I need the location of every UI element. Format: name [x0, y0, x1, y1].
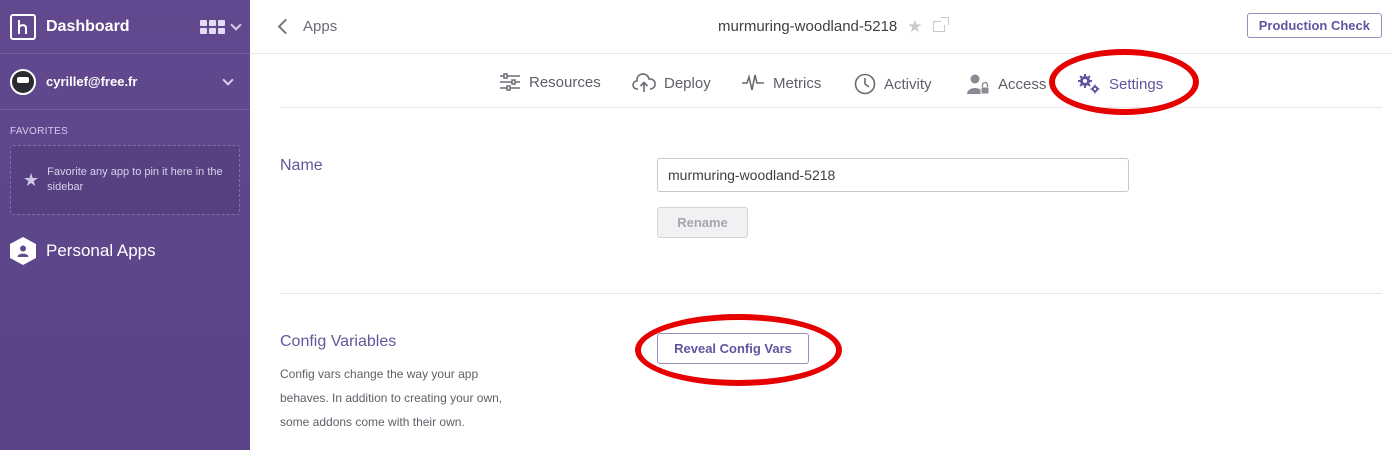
app-header: Apps murmuring-woodland-5218 ★ Productio…: [250, 0, 1392, 54]
app-title: murmuring-woodland-5218 ★: [718, 17, 949, 37]
tab-label: Metrics: [773, 74, 822, 92]
heroku-logo-icon[interactable]: [10, 13, 36, 40]
section-divider: [280, 293, 1382, 294]
open-app-icon[interactable]: [932, 17, 949, 32]
reveal-config-vars-button[interactable]: Reveal Config Vars: [657, 333, 809, 364]
config-vars-label: Config Variables: [280, 333, 397, 350]
back-label: Apps: [303, 18, 338, 35]
rename-button[interactable]: Rename: [657, 207, 748, 238]
sidebar-item-personal-apps[interactable]: Personal Apps: [0, 237, 250, 265]
user-email: cyrillef@free.fr: [46, 74, 138, 89]
tab-resources[interactable]: Resources: [499, 73, 601, 91]
star-icon: ★: [23, 169, 40, 190]
tab-label: Settings: [1109, 75, 1164, 93]
tab-label: Access: [998, 75, 1047, 93]
tab-metrics[interactable]: Metrics: [741, 73, 821, 93]
chevron-down-icon: [222, 73, 234, 86]
app-name-input[interactable]: [657, 158, 1129, 192]
production-check-button[interactable]: Production Check: [1246, 13, 1382, 38]
clock-icon: [854, 73, 876, 95]
account-switcher[interactable]: cyrillef@free.fr: [0, 54, 250, 110]
tab-settings[interactable]: Settings: [1077, 73, 1163, 95]
tabs-divider: [280, 107, 1382, 108]
apps-menu-button[interactable]: [200, 18, 242, 34]
favorite-star-icon[interactable]: ★: [907, 17, 922, 37]
pulse-icon: [741, 73, 765, 93]
chevron-left-icon: [277, 18, 294, 35]
sliders-icon: [499, 73, 521, 91]
grid-icon: [200, 19, 226, 34]
back-to-apps-link[interactable]: Apps: [277, 18, 338, 35]
tab-deploy[interactable]: Deploy: [632, 73, 711, 93]
tab-label: Activity: [884, 75, 932, 93]
name-section-label: Name: [280, 157, 323, 174]
config-vars-description: Config vars change the way your app beha…: [280, 367, 503, 429]
favorites-heading: FAVORITES: [10, 126, 69, 137]
app-name: murmuring-woodland-5218: [718, 18, 898, 35]
tab-label: Resources: [529, 73, 601, 91]
personal-user-icon: [10, 237, 36, 265]
favorites-dropzone: ★ Favorite any app to pin it here in the…: [10, 145, 240, 215]
sidebar-header: Dashboard: [0, 0, 250, 54]
favorites-hint: Favorite any app to pin it here in the s…: [47, 166, 223, 193]
personal-apps-label: Personal Apps: [46, 241, 156, 260]
dashboard-title[interactable]: Dashboard: [46, 18, 130, 36]
gears-icon: [1077, 73, 1101, 95]
tab-activity[interactable]: Activity: [854, 73, 932, 95]
tab-access[interactable]: Access: [966, 73, 1046, 95]
cloud-upload-icon: [632, 73, 656, 93]
sidebar: Dashboard cyrillef@free.fr FAVORITES ★ F…: [0, 0, 250, 450]
chevron-down-icon: [230, 18, 242, 31]
user-lock-icon: [966, 73, 990, 95]
tab-label: Deploy: [664, 74, 711, 92]
avatar: [10, 68, 36, 95]
